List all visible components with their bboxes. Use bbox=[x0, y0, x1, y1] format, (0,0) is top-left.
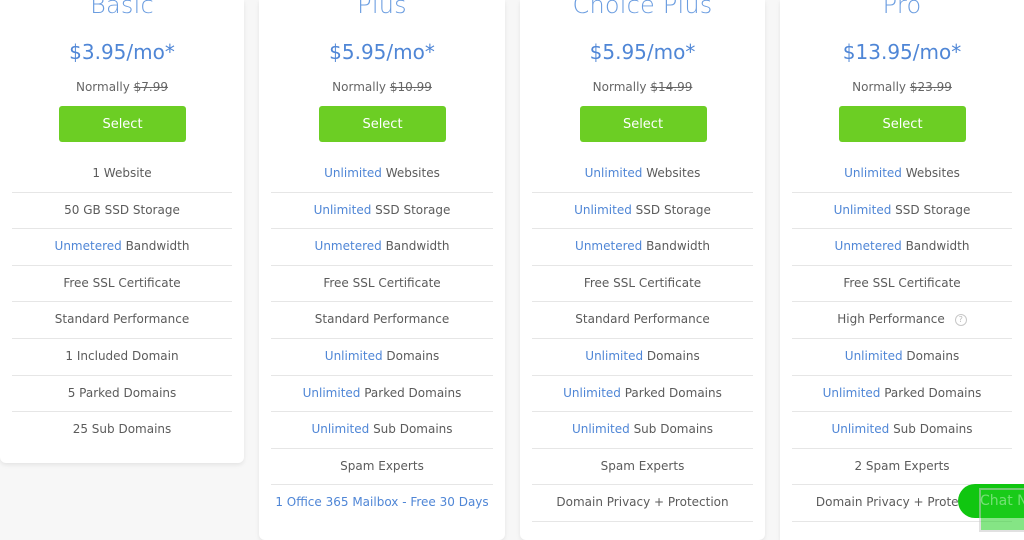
feature-item: High Performance? bbox=[792, 302, 1012, 339]
feature-item: Unlimited Websites bbox=[271, 156, 493, 193]
feature-item: 25 Sub Domains bbox=[72, 422, 172, 437]
feature-item: Domain Privacy + Protection bbox=[532, 485, 753, 522]
normally-label: Normally bbox=[75, 80, 130, 94]
plan-name: Basic bbox=[90, 0, 154, 19]
normal-price: $10.99 bbox=[389, 80, 432, 94]
feature-item: Unlimited Domains bbox=[792, 339, 1012, 376]
plan-card-pro: Pro $13.95/mo* Normally $23.99 Select Un… bbox=[780, 0, 1024, 540]
feature-item: Unlimited SSD Storage bbox=[792, 193, 1012, 230]
feature-item: Standard Performance bbox=[271, 302, 493, 339]
plan-name: Pro bbox=[882, 0, 922, 19]
feature-item: Unlimited SSD Storage bbox=[271, 193, 493, 230]
feature-item: 1 Included Domain bbox=[12, 339, 232, 376]
plan-card-choice-plus: Choice Plus $5.95/mo* Normally $14.99 Se… bbox=[520, 0, 765, 540]
plan-card-basic: Basic $3.95/mo* Normally $7.99 Select 1 … bbox=[0, 0, 244, 463]
normal-price: $14.99 bbox=[650, 80, 693, 94]
plan-price: $13.95/mo* bbox=[842, 40, 962, 64]
normal-price: $23.99 bbox=[909, 80, 952, 94]
feature-list: Unlimited Websites Unlimited SSD Storage… bbox=[271, 156, 493, 521]
feature-item: Free SSL Certificate bbox=[12, 266, 232, 303]
feature-item: Spam Experts bbox=[271, 449, 493, 486]
feature-list: 1 Website 50 GB SSD Storage Unmetered Ba… bbox=[12, 156, 232, 448]
feature-item: Unmetered Bandwidth bbox=[12, 229, 232, 266]
feature-list: Unlimited Websites Unlimited SSD Storage… bbox=[532, 156, 753, 522]
normally-label: Normally bbox=[332, 80, 387, 94]
plan-price: $5.95/mo* bbox=[589, 40, 696, 64]
feature-item: Standard Performance bbox=[532, 302, 753, 339]
normal-price-line: Normally $23.99 bbox=[780, 80, 1024, 94]
feature-item: Standard Performance bbox=[12, 302, 232, 339]
feature-item: Free SSL Certificate bbox=[271, 266, 493, 303]
feature-item: Unlimited Parked Domains bbox=[271, 376, 493, 413]
help-icon[interactable]: ? bbox=[954, 313, 967, 326]
normal-price-line: Normally $14.99 bbox=[520, 80, 765, 94]
feature-item: Unlimited Domains bbox=[271, 339, 493, 376]
office-365-link[interactable]: 1 Office 365 Mailbox - Free 30 Days bbox=[271, 485, 493, 521]
feature-item: Unlimited Parked Domains bbox=[532, 376, 753, 413]
feature-item: Unmetered Bandwidth bbox=[792, 229, 1012, 266]
plan-card-plus: Plus $5.95/mo* Normally $10.99 Select Un… bbox=[259, 0, 505, 540]
normal-price: $7.99 bbox=[133, 80, 169, 94]
feature-item: Unlimited SSD Storage bbox=[532, 193, 753, 230]
feature-item: 50 GB SSD Storage bbox=[12, 193, 232, 230]
feature-item: Spam Experts bbox=[532, 449, 753, 486]
feature-list: Unlimited Websites Unlimited SSD Storage… bbox=[792, 156, 1012, 522]
feature-item: Free SSL Certificate bbox=[532, 266, 753, 303]
feature-item: 5 Parked Domains bbox=[12, 376, 232, 413]
feature-item: Unlimited Sub Domains bbox=[271, 412, 493, 449]
plan-price: $5.95/mo* bbox=[329, 40, 435, 64]
plan-name: Choice Plus bbox=[572, 0, 713, 19]
chat-widget-overlay[interactable] bbox=[979, 488, 1024, 532]
feature-item: Unlimited Sub Domains bbox=[532, 412, 753, 449]
plan-price: $3.95/mo* bbox=[69, 40, 175, 64]
plan-name: Plus bbox=[357, 0, 407, 19]
feature-item: Unlimited Parked Domains bbox=[792, 376, 1012, 413]
normal-price-line: Normally $10.99 bbox=[259, 80, 505, 94]
select-basic-button[interactable]: Select bbox=[59, 106, 186, 142]
feature-item: Unmetered Bandwidth bbox=[271, 229, 493, 266]
pricing-table: Basic $3.95/mo* Normally $7.99 Select 1 … bbox=[0, 0, 1024, 540]
feature-item: Unlimited Sub Domains bbox=[792, 412, 1012, 449]
normally-label: Normally bbox=[592, 80, 647, 94]
feature-item: 2 Spam Experts bbox=[792, 449, 1012, 486]
feature-item: 1 Website bbox=[12, 156, 232, 193]
select-plus-button[interactable]: Select bbox=[319, 106, 446, 142]
feature-item: Free SSL Certificate bbox=[792, 266, 1012, 303]
feature-item: Unlimited Websites bbox=[792, 156, 1012, 193]
feature-item: Unlimited Domains bbox=[532, 339, 753, 376]
feature-item: Unmetered Bandwidth bbox=[532, 229, 753, 266]
feature-item: Unlimited Websites bbox=[532, 156, 753, 193]
select-choice-plus-button[interactable]: Select bbox=[579, 106, 707, 142]
normally-label: Normally bbox=[852, 80, 907, 94]
normal-price-line: Normally $7.99 bbox=[0, 80, 244, 94]
select-pro-button[interactable]: Select bbox=[839, 106, 966, 142]
